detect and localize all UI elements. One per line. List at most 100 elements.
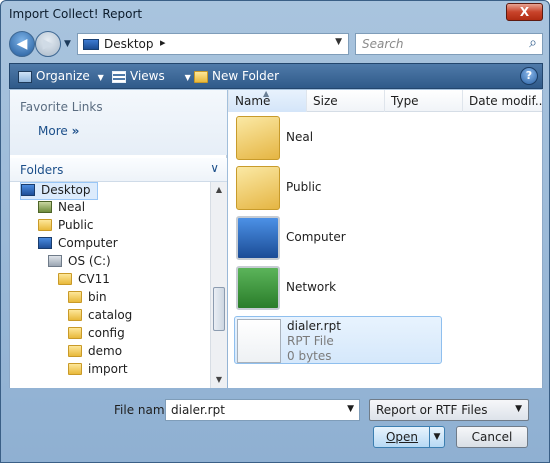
more-link[interactable]: More » — [38, 124, 79, 138]
desktop-icon — [21, 184, 35, 196]
tree-item-desktop[interactable]: Desktop — [20, 182, 98, 200]
list-item-selected[interactable]: dialer.rpt RPT File 0 bytes — [234, 316, 442, 364]
tree-item-label: catalog — [88, 308, 133, 322]
tree-item-computer[interactable]: Computer — [38, 236, 118, 254]
computer-icon — [236, 216, 280, 260]
more-label: More — [38, 124, 68, 138]
file-type-value: Report or RTF Files — [376, 403, 488, 417]
dialog-window: Import Collect! Report X ◀ ▶ ▼ Desktop ▸… — [0, 0, 550, 463]
back-button[interactable]: ◀ — [9, 31, 35, 57]
folder-icon — [58, 273, 72, 285]
folders-header[interactable]: Folders ∨ — [10, 158, 227, 182]
recent-pages-dropdown-icon[interactable]: ▼ — [64, 39, 71, 49]
scroll-thumb[interactable] — [213, 287, 225, 331]
file-name-dropdown-icon[interactable]: ▼ — [347, 404, 354, 414]
address-dropdown-icon[interactable]: ▼ — [335, 37, 342, 47]
title-bar: Import Collect! Report X — [1, 1, 549, 29]
tree-item-label: Computer — [58, 236, 118, 250]
address-text[interactable]: Desktop — [104, 37, 154, 51]
tree-item-label: Desktop — [41, 183, 91, 197]
file-name: Network — [286, 280, 337, 294]
list-item[interactable]: Computer — [234, 214, 539, 262]
folders-title: Folders — [20, 163, 64, 177]
list-item[interactable]: Neal — [234, 114, 539, 162]
views-icon — [112, 70, 126, 83]
open-button[interactable]: Open ▼ — [373, 426, 445, 448]
file-name: dialer.rpt — [287, 319, 341, 333]
new-folder-icon — [194, 70, 208, 83]
window-title: Import Collect! Report — [9, 7, 143, 21]
tree-item-label: import — [88, 362, 128, 376]
organize-label: Organize — [36, 69, 90, 83]
document-icon — [237, 319, 281, 363]
breadcrumb-chevron-icon[interactable]: ▸ — [160, 36, 166, 49]
more-chevron-icon: » — [71, 124, 80, 138]
drive-icon — [48, 255, 62, 267]
file-type-dropdown-icon[interactable]: ▼ — [515, 404, 522, 414]
open-split-dropdown-icon[interactable]: ▼ — [429, 427, 444, 447]
new-folder-button[interactable]: New Folder — [194, 69, 279, 83]
help-icon[interactable]: ? — [520, 67, 538, 85]
close-button[interactable]: X — [506, 3, 543, 21]
views-dropdown-icon: ▼ — [184, 73, 191, 82]
tree-item-bin[interactable]: bin — [68, 290, 107, 308]
organize-icon — [18, 70, 32, 83]
cancel-button[interactable]: Cancel — [456, 426, 528, 448]
tree-item-label: OS (C:) — [68, 254, 111, 268]
tree-item-os-c[interactable]: OS (C:) — [48, 254, 111, 272]
column-size-label: Size — [313, 94, 338, 108]
network-icon — [236, 266, 280, 310]
file-name: Neal — [286, 130, 314, 144]
folder-icon — [68, 309, 82, 321]
folder-tree-scrollbar[interactable]: ▲ ▼ — [210, 182, 227, 388]
folder-icon — [236, 166, 280, 210]
tree-item-catalog[interactable]: catalog — [68, 308, 132, 326]
favorite-links-title: Favorite Links — [20, 100, 103, 114]
tree-item-label: CV11 — [78, 272, 110, 286]
tree-item-demo[interactable]: demo — [68, 344, 122, 362]
tree-item-neal[interactable]: Neal — [38, 200, 85, 218]
organize-dropdown-icon: ▼ — [97, 73, 104, 82]
folder-icon — [68, 345, 82, 357]
forward-button[interactable]: ▶ — [35, 31, 61, 57]
file-type: RPT File — [287, 334, 334, 348]
file-name: Computer — [286, 230, 346, 244]
scroll-down-icon[interactable]: ▼ — [211, 372, 227, 388]
organize-menu[interactable]: Organize ▼ — [18, 69, 104, 83]
tree-item-cv11[interactable]: CV11 — [58, 272, 110, 290]
search-input[interactable]: Search ⌕ — [355, 33, 543, 55]
file-name-value[interactable]: dialer.rpt — [171, 403, 225, 417]
tree-item-label: demo — [88, 344, 123, 358]
collapse-chevron-icon[interactable]: ∨ — [210, 161, 219, 175]
folder-icon — [68, 291, 82, 303]
folder-icon — [68, 363, 82, 375]
views-menu[interactable]: Views ▼ — [112, 69, 191, 83]
tree-item-import[interactable]: import — [68, 362, 128, 380]
folder-tree: Desktop Neal Public Computer OS (C:) CV1… — [10, 182, 210, 386]
file-type-select[interactable]: Report or RTF Files ▼ — [369, 399, 529, 421]
computer-icon — [38, 237, 52, 249]
search-icon[interactable]: ⌕ — [529, 35, 537, 51]
column-date-label: Date modif... — [469, 94, 542, 108]
tree-item-label: config — [88, 326, 125, 340]
tree-item-config[interactable]: config — [68, 326, 125, 344]
column-type-label: Type — [391, 94, 419, 108]
navigation-row: ◀ ▶ ▼ Desktop ▸ ▼ ↻ Search ⌕ — [9, 31, 543, 57]
column-name[interactable]: Name ▲ — [228, 90, 306, 112]
file-size: 0 bytes — [287, 349, 332, 363]
tree-item-public[interactable]: Public — [38, 218, 94, 236]
search-placeholder: Search — [362, 37, 404, 51]
address-bar[interactable]: Desktop ▸ ▼ — [77, 33, 349, 55]
list-item[interactable]: Public — [234, 164, 539, 212]
user-folder-icon — [236, 116, 280, 160]
new-folder-label: New Folder — [212, 69, 280, 83]
column-size[interactable]: Size — [306, 90, 384, 112]
list-item[interactable]: Network — [234, 264, 539, 312]
tree-item-label: bin — [88, 290, 107, 304]
column-type[interactable]: Type — [384, 90, 462, 112]
file-list-pane: Name ▲ Size Type Date modif... Neal Publi… — [228, 90, 543, 388]
file-name-field[interactable]: dialer.rpt ▼ — [165, 399, 360, 421]
scroll-up-icon[interactable]: ▲ — [211, 182, 227, 198]
column-date-modified[interactable]: Date modif... — [462, 90, 542, 112]
file-name: Public — [286, 180, 322, 194]
